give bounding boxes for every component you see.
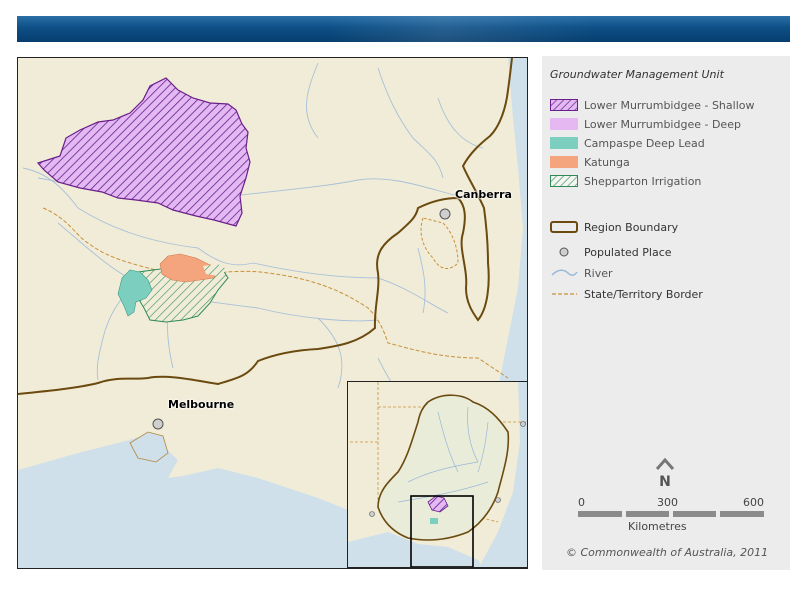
legend-label: Lower Murrumbidgee - Shallow	[584, 98, 755, 112]
scale-bar	[578, 511, 764, 517]
legend-item-populated-place: Populated Place	[550, 245, 672, 259]
main-map[interactable]: Canberra Melbourne	[17, 57, 528, 569]
legend-label: Lower Murrumbidgee - Deep	[584, 117, 741, 131]
inset-overview-map	[347, 381, 527, 568]
lower-murrumbidgee-shallow-area	[36, 77, 251, 227]
scale-segment	[673, 511, 716, 517]
legend-item-region-boundary: Region Boundary	[550, 220, 678, 234]
north-arrow: N	[654, 456, 676, 489]
scale-tick-600: 600	[743, 496, 764, 509]
north-arrow-icon	[655, 457, 675, 470]
legend-item-lower-murrumbidgee-deep: Lower Murrumbidgee - Deep	[550, 117, 741, 131]
legend-label: Katunga	[584, 155, 630, 169]
legend-item-lower-murrumbidgee-shallow: Lower Murrumbidgee - Shallow	[550, 98, 754, 112]
legend-label: Campaspe Deep Lead	[584, 136, 705, 150]
swatch-campaspe-deep-lead	[550, 137, 578, 149]
legend-label: State/Territory Border	[584, 287, 703, 301]
act-border	[420, 217, 459, 269]
state-border	[42, 207, 509, 379]
scale-units: Kilometres	[628, 520, 687, 533]
scale-segment	[578, 511, 622, 517]
north-label: N	[659, 474, 671, 490]
swatch-lower-murrumbidgee-deep	[550, 118, 578, 130]
swatch-katunga	[550, 156, 578, 168]
region-boundary	[18, 58, 513, 395]
river-line-icon	[551, 269, 578, 276]
melbourne-dot	[152, 418, 164, 430]
legend-panel: Groundwater Management Unit Lower Murrum…	[542, 56, 790, 570]
legend-item-campaspe-deep-lead: Campaspe Deep Lead	[550, 136, 705, 150]
legend-label: Shepparton Irrigation	[584, 174, 702, 188]
swatch-lower-murrumbidgee-shallow	[550, 99, 578, 111]
inset-canvas	[348, 382, 527, 567]
place-label-melbourne: Melbourne	[168, 398, 235, 411]
scale-segment	[720, 511, 764, 517]
populated-place-dot-icon	[559, 247, 569, 257]
legend-label: Region Boundary	[584, 220, 679, 234]
legend-item-shepparton-irrigation: Shepparton Irrigation	[550, 174, 701, 188]
canberra-dot	[439, 208, 451, 220]
state-border-line-icon	[552, 293, 577, 295]
scale-segment	[626, 511, 669, 517]
legend-item-river: River	[550, 266, 613, 280]
header-banner	[17, 16, 790, 42]
place-label-canberra: Canberra	[455, 188, 512, 201]
swatch-shepparton-irrigation	[550, 175, 578, 187]
legend-label: River	[584, 266, 613, 280]
scale-tick-300: 300	[657, 496, 678, 509]
legend-title: Groundwater Management Unit	[550, 68, 724, 81]
legend-item-katunga: Katunga	[550, 155, 630, 169]
legend-item-state-border: State/Territory Border	[550, 287, 703, 301]
copyright-notice: © Commonwealth of Australia, 2011	[566, 546, 769, 559]
scale-tick-0: 0	[578, 496, 585, 509]
region-boundary-line-icon	[550, 221, 578, 233]
legend-label: Populated Place	[584, 245, 672, 259]
